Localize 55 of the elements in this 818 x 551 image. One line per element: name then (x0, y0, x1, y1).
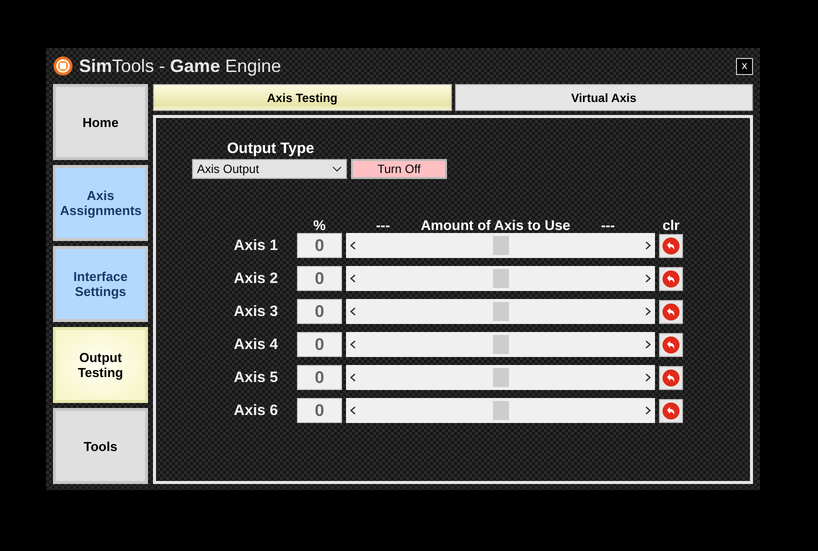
value-field[interactable]: 0 (297, 332, 342, 357)
value-field[interactable]: 0 (297, 365, 342, 390)
axis-slider[interactable] (346, 299, 655, 324)
axis-slider[interactable] (346, 233, 655, 258)
dash-text: --- (376, 217, 390, 233)
clear-button[interactable] (659, 300, 683, 324)
value-field[interactable]: 0 (297, 233, 342, 258)
output-type-dropdown[interactable]: Axis Output (192, 159, 347, 179)
axis-slider[interactable] (346, 398, 655, 423)
undo-icon (662, 402, 680, 420)
clear-button[interactable] (659, 234, 683, 258)
sidebar-item[interactable]: Output Testing (53, 327, 148, 403)
undo-icon (662, 302, 680, 320)
axis-label: Axis 6 (232, 402, 278, 419)
axis-label: Axis 2 (232, 270, 278, 287)
tab[interactable]: Axis Testing (153, 84, 452, 111)
section-label: Output Type (227, 140, 316, 157)
clear-button[interactable] (659, 332, 683, 356)
tab[interactable]: Virtual Axis (454, 84, 753, 111)
axis-label: Axis 4 (232, 336, 278, 353)
column-header: % (312, 217, 327, 233)
clear-button[interactable] (659, 266, 683, 290)
value-field[interactable]: 0 (297, 299, 342, 324)
sidebar-item[interactable]: Interface Settings (53, 246, 148, 322)
sidebar-item[interactable]: Axis Assignments (53, 165, 148, 241)
axis-label: Axis 1 (232, 237, 278, 254)
axis-label: Axis 5 (232, 369, 278, 386)
chevron-down-icon[interactable] (332, 166, 342, 172)
axis-slider[interactable] (346, 365, 655, 390)
sidebar-item[interactable]: Home (53, 84, 148, 160)
slider-thumb[interactable] (492, 269, 508, 288)
slider-thumb[interactable] (492, 335, 508, 354)
undo-icon (662, 368, 680, 386)
column-header: Amount of Axis to Use (420, 217, 570, 233)
axis-slider[interactable] (346, 266, 655, 291)
axis-slider[interactable] (346, 332, 655, 357)
clear-button[interactable] (659, 366, 683, 390)
slider-thumb[interactable] (492, 236, 508, 255)
value-field[interactable]: 0 (297, 266, 342, 291)
clear-button[interactable] (659, 398, 683, 422)
slider-thumb[interactable] (492, 302, 508, 321)
axis-label: Axis 3 (232, 303, 278, 320)
sidebar-item[interactable]: Tools (53, 408, 148, 484)
turn-off-button[interactable]: Turn Off (351, 159, 447, 179)
window-title: SimTools - Game Engine (79, 56, 282, 76)
dash-text: --- (600, 217, 615, 233)
value-field[interactable]: 0 (297, 398, 342, 423)
undo-icon (662, 270, 680, 288)
slider-thumb[interactable] (492, 368, 508, 387)
logo-icon (53, 56, 73, 76)
undo-icon (662, 236, 680, 254)
close-button[interactable]: x (736, 58, 753, 74)
undo-icon (662, 336, 680, 354)
slider-thumb[interactable] (492, 401, 508, 420)
column-header: clr (661, 217, 681, 233)
